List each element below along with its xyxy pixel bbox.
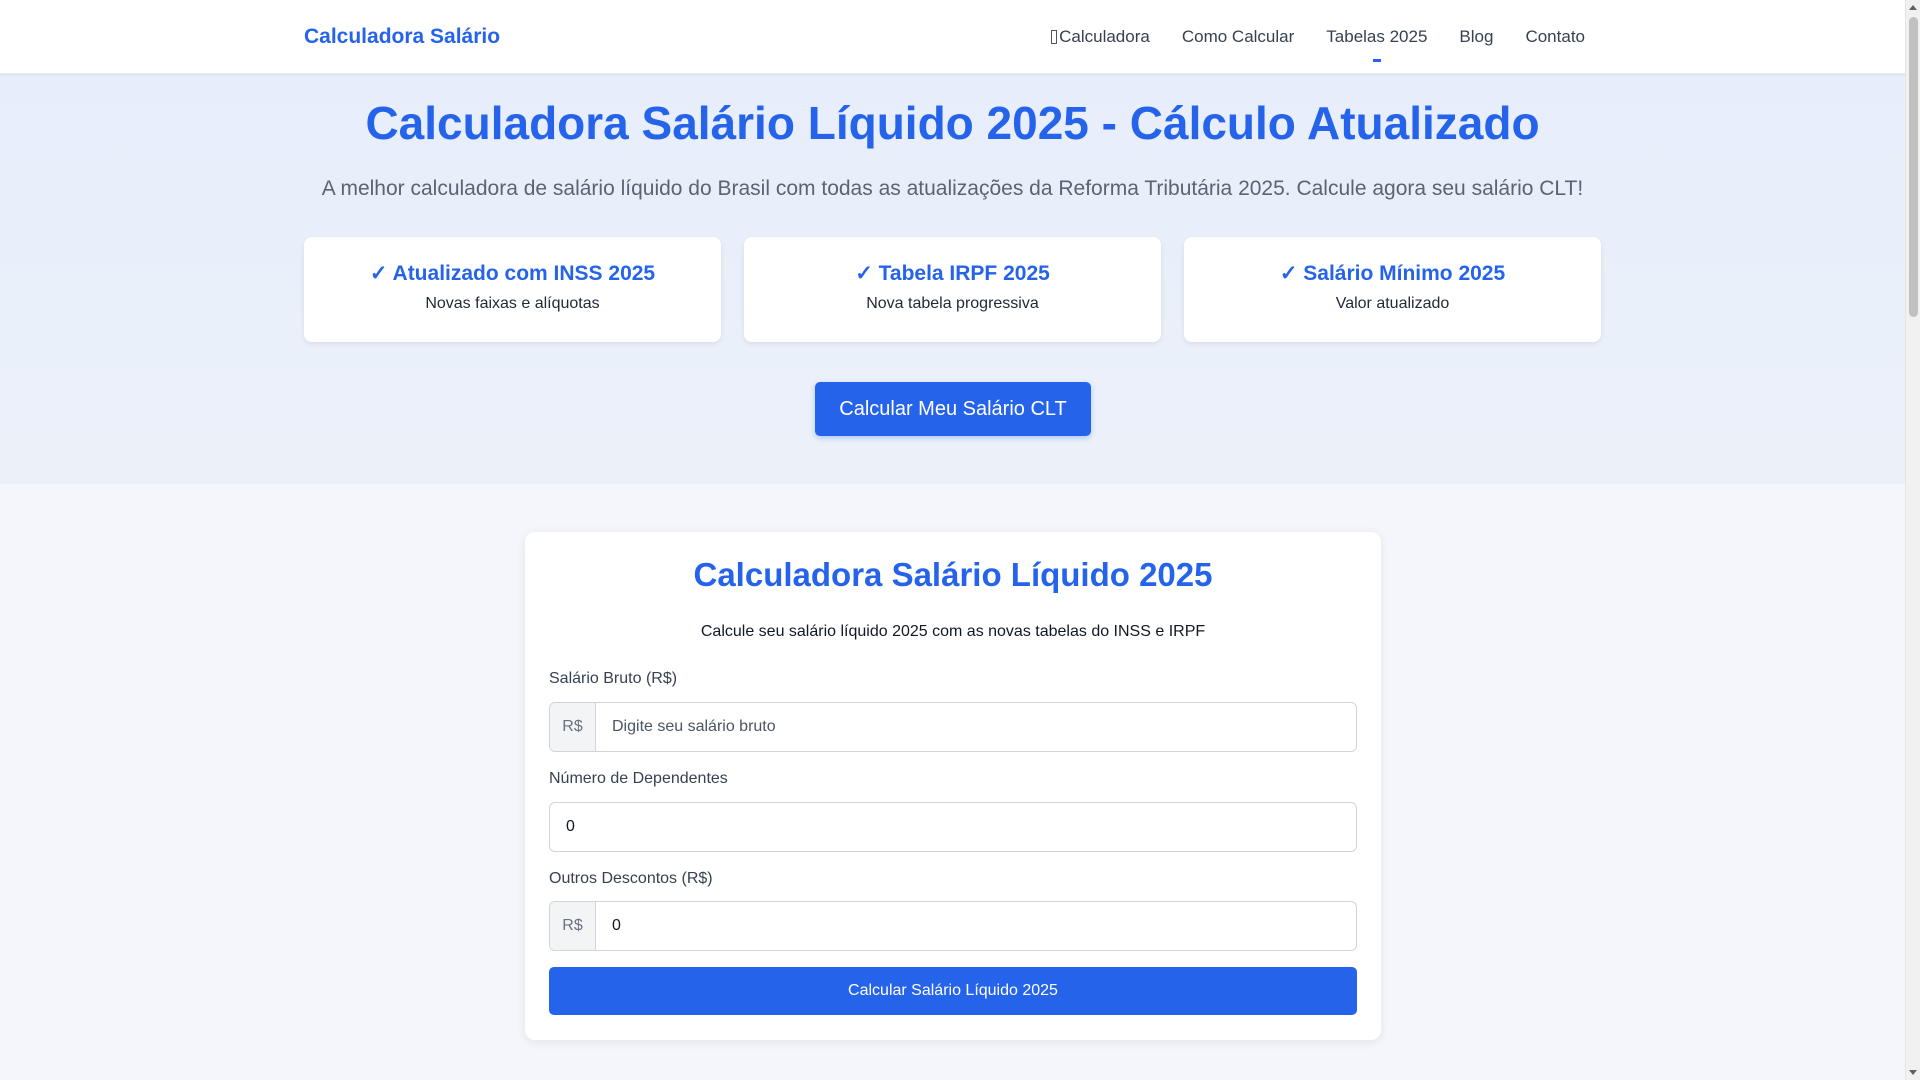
other-discounts-group: R$ bbox=[549, 901, 1357, 951]
calcular-salario-clt-button[interactable]: Calcular Meu Salário CLT bbox=[815, 382, 1091, 436]
dependents-group bbox=[549, 802, 1357, 852]
calculator-title: Calculadora Salário Líquido 2025 bbox=[693, 556, 1213, 593]
nav-item-blog[interactable]: Blog bbox=[1459, 0, 1493, 74]
other-discounts-label: Outros Descontos (R$) bbox=[549, 870, 713, 887]
gross-salary-label: Salário Bruto (R$) bbox=[549, 670, 678, 687]
gross-salary-group: R$ bbox=[549, 702, 1357, 752]
calculator-card: Calculadora Salário Líquido 2025 Calcule… bbox=[525, 532, 1381, 1040]
calculator-description: Calcule seu salário líquido 2025 com as … bbox=[700, 623, 1206, 640]
feature-title: ✓ Tabela IRPF 2025 bbox=[855, 262, 1050, 285]
feature-title: ✓ Atualizado com INSS 2025 bbox=[369, 262, 656, 285]
feature-title: ✓ Salário Mínimo 2025 bbox=[1279, 262, 1506, 285]
calcular-salario-liquido-button[interactable]: Calcular Salário Líquido 2025 bbox=[549, 967, 1357, 1015]
gross-salary-input[interactable] bbox=[596, 703, 1356, 751]
feature-cards: ✓ Atualizado com INSS 2025 Novas faixas … bbox=[304, 237, 1601, 342]
nav-item-tabelas-2025[interactable]: Tabelas 2025 bbox=[1326, 0, 1427, 74]
scroll-up-icon[interactable] bbox=[1909, 5, 1917, 10]
dependents-input[interactable] bbox=[550, 803, 1356, 851]
page: Calculadora Salário Calculadora Como Cal… bbox=[0, 0, 1905, 1080]
main-nav: Calculadora Como Calcular Tabelas 2025 B… bbox=[1019, 0, 1585, 74]
nav-item-como-calcular[interactable]: Como Calcular bbox=[1182, 0, 1294, 74]
brand-logo-link[interactable]: Calculadora Salário bbox=[304, 25, 500, 49]
feature-card-inss: ✓ Atualizado com INSS 2025 Novas faixas … bbox=[304, 237, 721, 342]
feature-card-irpf: ✓ Tabela IRPF 2025 Nova tabela progressi… bbox=[744, 237, 1161, 342]
scroll-down-icon[interactable] bbox=[1909, 1070, 1917, 1075]
vertical-scrollbar[interactable] bbox=[1905, 0, 1920, 1080]
scroll-thumb[interactable] bbox=[1909, 17, 1918, 317]
hero-subtitle: A melhor calculadora de salário líquido … bbox=[321, 177, 1584, 200]
feature-desc: Novas faixas e alíquotas bbox=[425, 295, 600, 312]
currency-prefix: R$ bbox=[550, 902, 596, 950]
other-discounts-input[interactable] bbox=[596, 902, 1356, 950]
missing-glyph-icon bbox=[1051, 30, 1058, 44]
currency-prefix: R$ bbox=[550, 703, 596, 751]
hero-section: Calculadora Salário Líquido 2025 - Cálcu… bbox=[0, 74, 1905, 484]
nav-item-label: Calculadora bbox=[1059, 27, 1150, 46]
nav-item-contato[interactable]: Contato bbox=[1525, 0, 1585, 74]
feature-desc: Valor atualizado bbox=[1335, 295, 1450, 312]
feature-card-salario-minimo: ✓ Salário Mínimo 2025 Valor atualizado bbox=[1184, 237, 1601, 342]
site-header: Calculadora Salário Calculadora Como Cal… bbox=[0, 0, 1905, 74]
hero-title: Calculadora Salário Líquido 2025 - Cálcu… bbox=[365, 97, 1540, 149]
dependents-label: Número de Dependentes bbox=[549, 770, 728, 787]
feature-desc: Nova tabela progressiva bbox=[866, 295, 1039, 312]
nav-item-calculadora[interactable]: Calculadora bbox=[1051, 0, 1150, 74]
